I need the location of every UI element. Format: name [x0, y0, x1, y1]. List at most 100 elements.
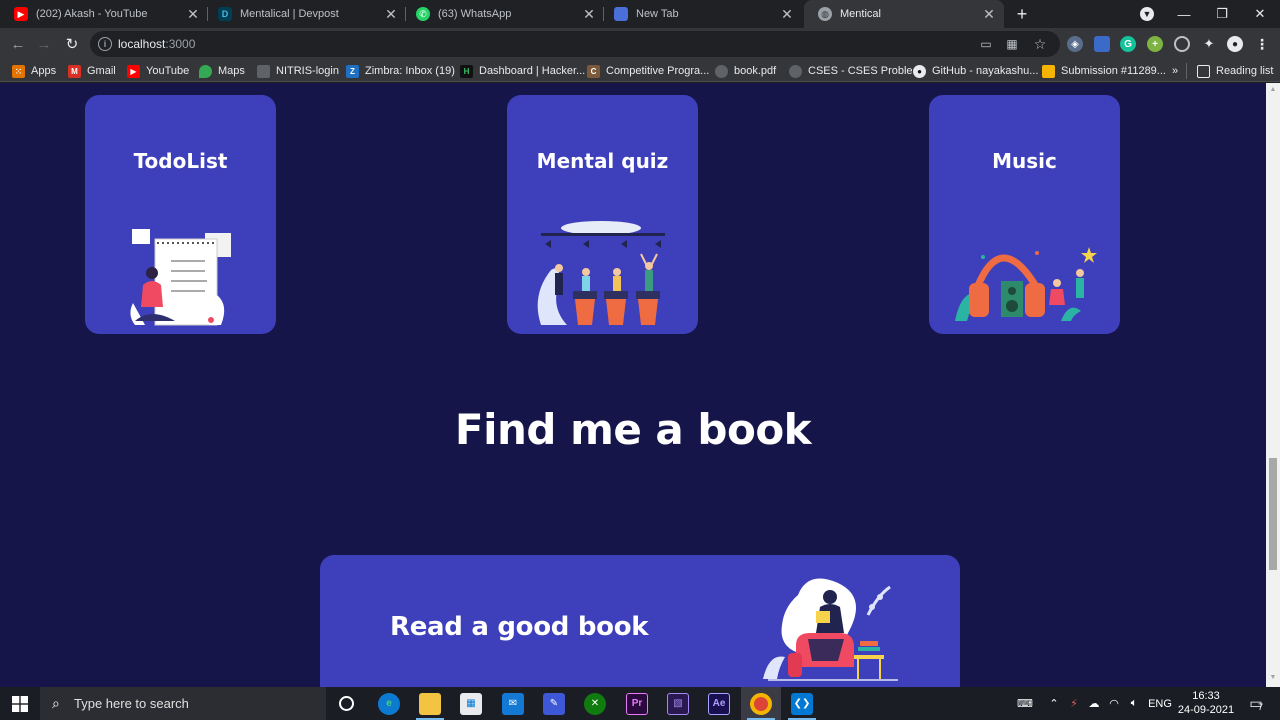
- minimize-button[interactable]: —: [1165, 0, 1203, 28]
- cortana-button[interactable]: [326, 687, 366, 720]
- notification-count: 7: [1258, 702, 1264, 712]
- new-tab-button[interactable]: +: [1011, 3, 1033, 25]
- bookmark-maps[interactable]: Maps: [199, 63, 245, 79]
- bookmark-cses[interactable]: CSES - CSES Proble...: [789, 63, 922, 79]
- language-indicator[interactable]: ENG: [1146, 687, 1174, 720]
- start-button[interactable]: [0, 687, 40, 720]
- gmail-icon: M: [68, 64, 81, 78]
- xbox-icon: ✕: [584, 692, 606, 715]
- tab-search-button[interactable]: ▼: [1128, 0, 1166, 28]
- address-bar[interactable]: i localhost:3000 ▭ ▦ ☆: [90, 31, 1060, 57]
- chevron-up-icon[interactable]: ⌃: [1046, 687, 1062, 720]
- whatsapp-icon: ✆: [416, 7, 430, 21]
- taskbar-media-encoder[interactable]: ▧: [658, 687, 698, 720]
- store-bag-icon: ▦: [460, 692, 482, 715]
- usb-icon[interactable]: ⚡: [1066, 687, 1082, 720]
- bookmark-label: book.pdf: [734, 65, 777, 77]
- close-window-button[interactable]: ✕: [1241, 0, 1279, 28]
- cloud-icon[interactable]: ☁: [1086, 687, 1102, 720]
- section-heading: Find me a book: [454, 405, 812, 454]
- taskbar-after-effects[interactable]: Ae: [699, 687, 739, 720]
- touch-keyboard-icon[interactable]: ⌨: [1014, 687, 1036, 720]
- bookmark-hackerrank[interactable]: H Dashboard | Hacker...: [460, 63, 585, 79]
- vscode-icon: ❮❯: [791, 692, 813, 715]
- reading-list-button[interactable]: Reading list: [1186, 63, 1273, 79]
- bookmark-submission[interactable]: Submission #11289...: [1042, 63, 1166, 79]
- more-bookmarks-label: »: [1172, 65, 1179, 77]
- music-illustration: [955, 247, 1097, 321]
- globe-icon: [789, 64, 802, 78]
- bookmark-zimbra[interactable]: Z Zimbra: Inbox (19): [346, 63, 455, 79]
- avatar[interactable]: ●: [1227, 36, 1243, 52]
- bookmark-nitris[interactable]: NITRIS-login: [257, 63, 339, 79]
- music-card[interactable]: Music: [929, 95, 1120, 334]
- bookmark-label: Dashboard | Hacker...: [479, 65, 586, 77]
- card-title: TodoList: [133, 149, 228, 173]
- scroll-down-arrow-icon[interactable]: ▼: [1269, 674, 1277, 681]
- notification-center-button[interactable]: ▭ 7: [1243, 687, 1269, 720]
- more-bookmarks-button[interactable]: »: [1172, 63, 1178, 79]
- globe-icon: [715, 64, 728, 78]
- taskbar-clock[interactable]: 16:33 24-09-2021: [1176, 689, 1236, 717]
- bookmark-github[interactable]: ● GitHub - nayakashu...: [913, 63, 1038, 79]
- taskbar-store[interactable]: ▦: [451, 687, 491, 720]
- puzzle-extensions-icon[interactable]: ✦: [1201, 36, 1217, 52]
- search-placeholder: Type here to search: [74, 696, 189, 711]
- tab-devpost[interactable]: D Mentalical | Devpost ✕: [204, 0, 406, 28]
- record-icon[interactable]: [1174, 36, 1190, 52]
- extension-icon[interactable]: ◈: [1067, 36, 1083, 52]
- bookmark-apps[interactable]: ⁙ Apps: [12, 63, 56, 79]
- tab-new-tab[interactable]: New Tab ✕: [600, 0, 802, 28]
- taskbar-file-explorer[interactable]: [410, 687, 450, 720]
- menu-kebab-icon[interactable]: ⋮: [1254, 36, 1270, 52]
- bookmark-star-icon[interactable]: ☆: [1032, 36, 1048, 52]
- premiere-pro-icon: Pr: [626, 692, 648, 715]
- extension-icon[interactable]: [1094, 36, 1110, 52]
- tab-whatsapp[interactable]: ✆ (63) WhatsApp ✕: [402, 0, 604, 28]
- taskbar-xbox[interactable]: ✕: [575, 687, 615, 720]
- taskbar-edge[interactable]: e: [369, 687, 409, 720]
- close-icon[interactable]: ✕: [184, 5, 202, 23]
- forward-button[interactable]: →: [32, 32, 56, 56]
- cast-icon[interactable]: ▭: [978, 36, 994, 52]
- restore-button[interactable]: ❐: [1203, 0, 1241, 28]
- bookmark-youtube[interactable]: ▶ YouTube: [127, 63, 189, 79]
- url-host: localhost: [118, 37, 166, 51]
- bookmarks-bar: ⁙ Apps M Gmail ▶ YouTube Maps NITRIS-login …: [0, 60, 1280, 82]
- grammarly-icon[interactable]: G: [1120, 36, 1136, 52]
- close-icon[interactable]: ✕: [980, 5, 998, 23]
- tab-youtube[interactable]: ▶ (202) Akash - YouTube ✕: [0, 0, 208, 28]
- mental-quiz-card[interactable]: Mental quiz: [507, 95, 698, 334]
- taskbar-whiteboard[interactable]: ✎: [534, 687, 574, 720]
- scrollbar-thumb[interactable]: [1269, 458, 1277, 570]
- scroll-up-arrow-icon[interactable]: ▲: [1269, 86, 1277, 93]
- close-icon[interactable]: ✕: [382, 5, 400, 23]
- back-button[interactable]: ←: [6, 32, 30, 56]
- bookmark-competitive[interactable]: C Competitive Progra...: [587, 63, 709, 79]
- read-book-card[interactable]: Read a good book: [320, 555, 960, 687]
- devpost-icon: D: [218, 7, 232, 21]
- reload-button[interactable]: ↻: [60, 32, 84, 56]
- page-scrollbar[interactable]: ▲ ▼: [1266, 83, 1280, 687]
- extension-plus-icon[interactable]: +: [1147, 36, 1163, 52]
- mail-icon: ✉: [502, 692, 524, 715]
- taskbar-search-input[interactable]: ⌕ Type here to search: [40, 687, 326, 720]
- wifi-icon[interactable]: ◠: [1106, 687, 1122, 720]
- close-icon[interactable]: ✕: [580, 5, 598, 23]
- qr-code-icon[interactable]: ▦: [1004, 36, 1020, 52]
- search-icon: ⌕: [52, 695, 60, 711]
- bookmark-label: Submission #11289...: [1061, 65, 1166, 77]
- bookmark-label: Apps: [31, 65, 57, 77]
- volume-icon[interactable]: 🔈︎: [1126, 687, 1142, 720]
- taskbar-chrome[interactable]: [741, 687, 781, 720]
- bookmark-book-pdf[interactable]: book.pdf: [715, 63, 776, 79]
- taskbar-mail[interactable]: ✉: [493, 687, 533, 720]
- taskbar-premiere[interactable]: Pr: [617, 687, 657, 720]
- tab-mentical[interactable]: ◍ Mentical ✕: [804, 0, 1004, 28]
- bookmark-gmail[interactable]: M Gmail: [68, 63, 116, 79]
- info-icon[interactable]: i: [98, 37, 112, 51]
- close-icon[interactable]: ✕: [778, 5, 796, 23]
- book-card-title: Read a good book: [390, 612, 649, 642]
- taskbar-vscode[interactable]: ❮❯: [782, 687, 822, 720]
- todolist-card[interactable]: TodoList: [85, 95, 276, 334]
